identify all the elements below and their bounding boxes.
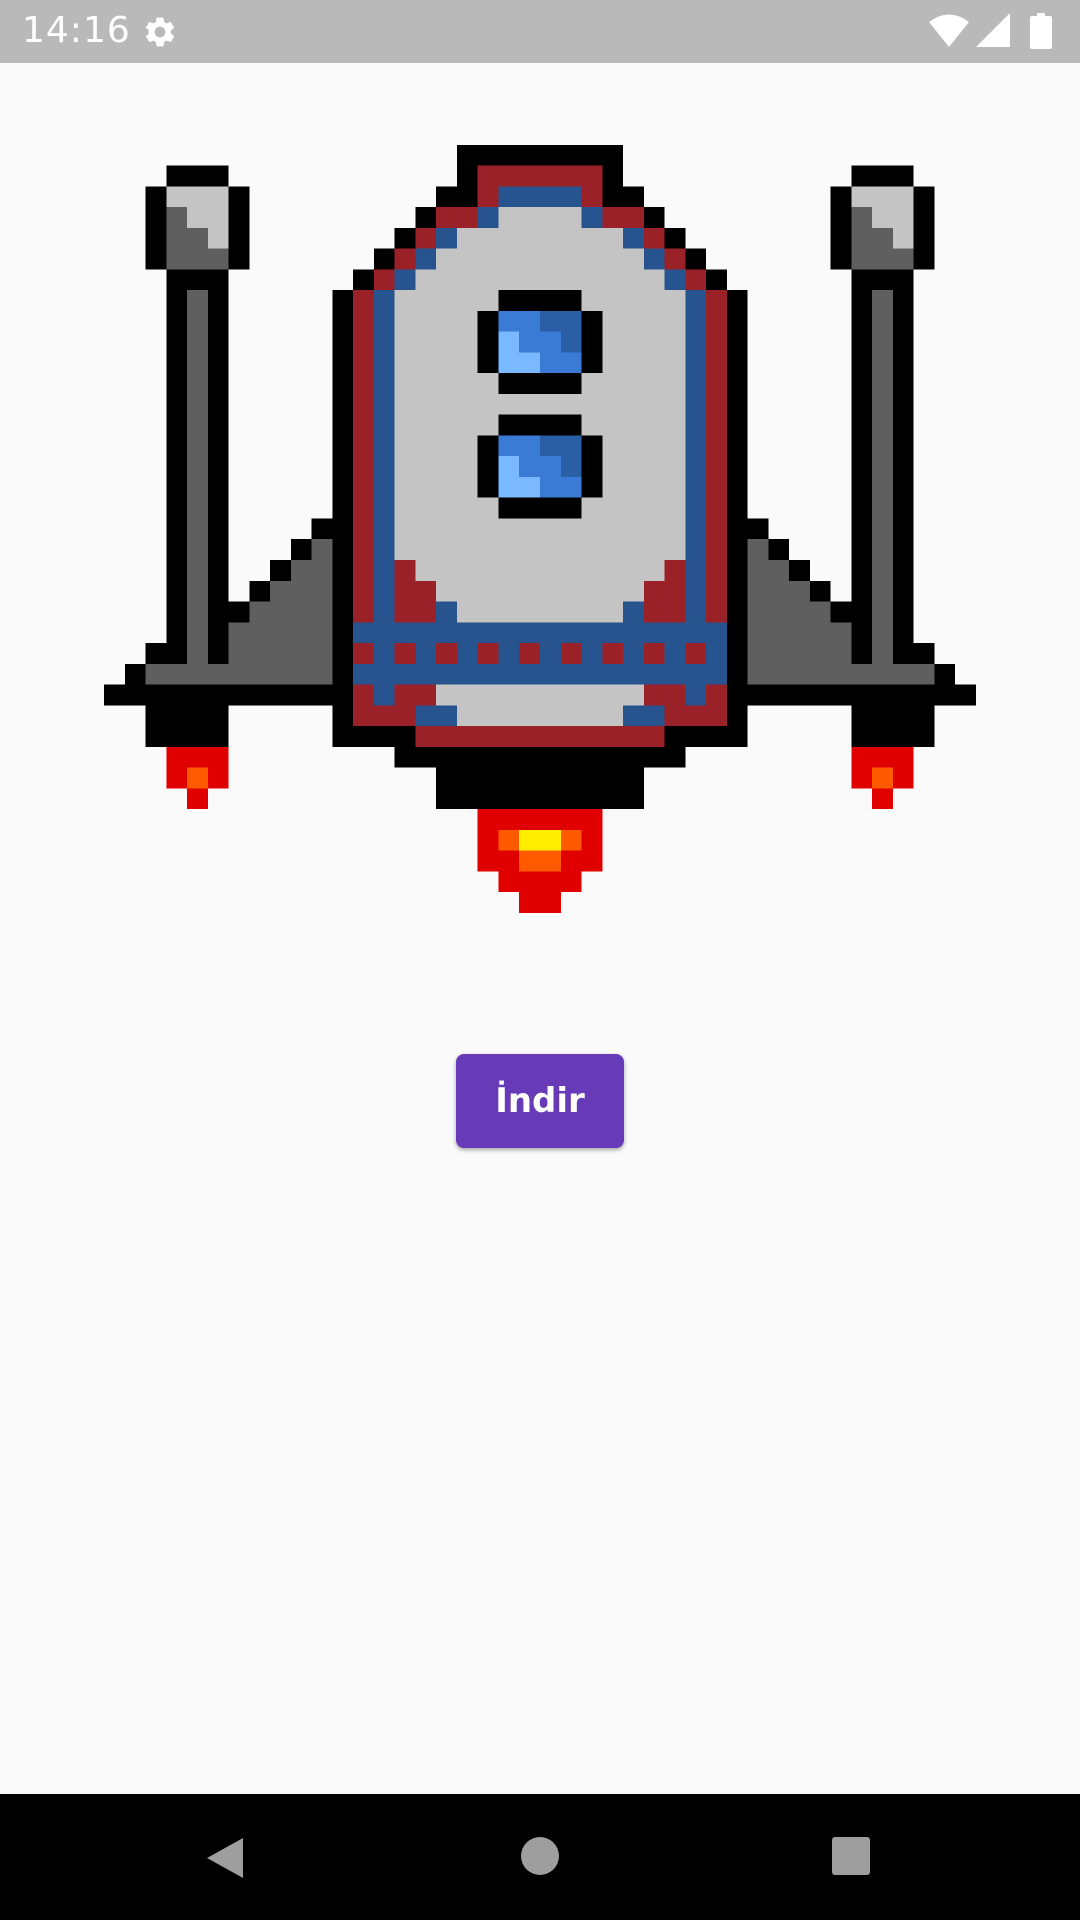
- cellular-signal-icon: [976, 13, 1010, 47]
- status-icons: [928, 13, 1052, 49]
- download-button[interactable]: İndir: [456, 1054, 624, 1148]
- app-screen: 14:16 İndir: [0, 0, 1080, 1920]
- home-icon[interactable]: [520, 1836, 560, 1876]
- settings-icon: [145, 17, 175, 47]
- status-bar: 14:16: [0, 0, 1080, 63]
- recents-icon[interactable]: [831, 1836, 871, 1876]
- battery-icon: [1030, 13, 1052, 49]
- wifi-icon: [929, 14, 969, 47]
- navigation-bar: [0, 1794, 1080, 1920]
- back-icon[interactable]: [205, 1836, 245, 1880]
- status-time: 14:16: [22, 10, 131, 51]
- rocket-ship-image: [104, 144, 976, 913]
